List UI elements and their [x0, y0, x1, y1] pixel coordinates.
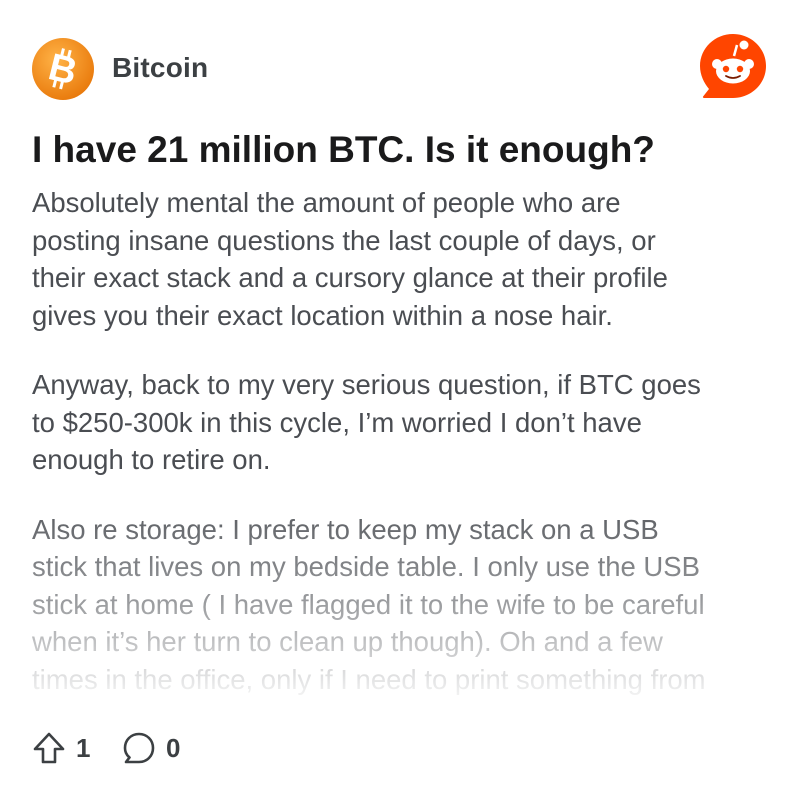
post-body: Absolutely mental the amount of people w…	[32, 184, 772, 700]
reddit-snoo-icon	[698, 32, 768, 102]
upvote-button[interactable]: 1	[32, 728, 90, 768]
comments-button[interactable]: 0	[122, 728, 180, 768]
subreddit-name[interactable]: Bitcoin	[112, 52, 208, 84]
post-paragraph: Also re storage: I prefer to keep my sta…	[32, 513, 706, 695]
post-header: B Bitcoin	[32, 34, 768, 102]
post-footer: 1 0	[32, 728, 432, 768]
post-paragraph: Absolutely mental the amount of people w…	[32, 187, 668, 331]
upvote-arrow-icon[interactable]	[32, 731, 66, 765]
upvote-count: 1	[76, 732, 91, 763]
post-paragraph: Anyway, back to my very serious question…	[32, 369, 701, 475]
bitcoin-logo-icon[interactable]: B	[32, 38, 94, 100]
post-title[interactable]: I have 21 million BTC. Is it enough?	[32, 124, 772, 176]
comment-count: 0	[166, 732, 181, 763]
comment-bubble-icon[interactable]	[122, 731, 156, 765]
post-card: B Bitcoin I have 21 million BTC. Is it e…	[0, 0, 800, 800]
